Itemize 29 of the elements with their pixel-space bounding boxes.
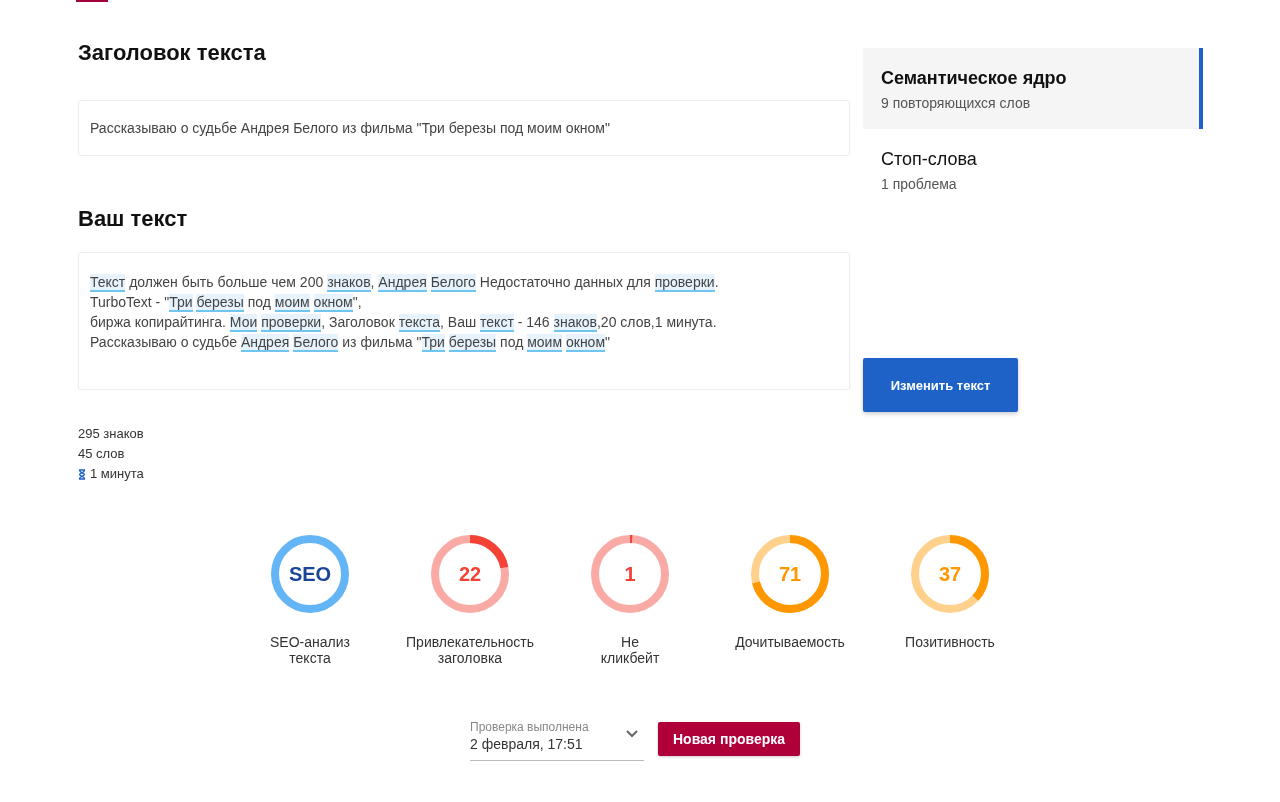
tab-title: Семантическое ядро [881, 68, 1067, 89]
gauge-value: 71 [778, 562, 802, 586]
section-heading: Заголовок текста [78, 40, 266, 67]
tab-title: Стоп-слова [881, 149, 977, 170]
seo-ring-icon [270, 534, 350, 614]
gauge-label: Дочитываемость [734, 634, 846, 650]
gauge-label: SEO-анализ текста [269, 634, 351, 666]
gauge-value: SEO [288, 562, 332, 586]
word-count: 45 слов [78, 445, 125, 463]
gauge-value: 37 [938, 562, 962, 586]
gauge-label: Не кликбейт [600, 634, 660, 666]
edit-text-button[interactable]: Изменить текст [863, 358, 1018, 412]
gauge-label: Позитивность [904, 634, 996, 650]
sidebar-tab[interactable]: Семантическое ядро 9 повторяющихся слов [863, 48, 1203, 129]
chevron-down-icon [626, 730, 638, 738]
tab-subtitle: 9 повторяющихся слов [881, 95, 1031, 111]
gauge-value: 22 [458, 562, 482, 586]
sidebar-tab[interactable]: Стоп-слова 1 проблема [863, 129, 1203, 210]
tab-subtitle: 1 проблема [881, 176, 957, 192]
reading-time: 1 минута [90, 465, 144, 483]
text-area[interactable]: Текст должен быть больше чем 200 знаков, Андрея Белого Недостаточно данных для проверки. TurboText - "Три березы под моим окном", биржа копирайтинга. Мои проверки, Заголовок текста, Ваш текст - 146 знаков,20 слов,1 минута. Рассказываю о судьбе Андрея Белого из фильма "Три березы под моим окном" [78, 252, 850, 390]
new-check-button[interactable]: Новая проверка [658, 722, 801, 756]
section-heading: Ваш текст [78, 206, 188, 233]
gauge-value: 1 [624, 562, 636, 586]
gauge-label: Привлекательность заголовка [405, 634, 535, 666]
check-date-select[interactable]: Проверка выполнена 2 февраля, 17:51 [470, 720, 644, 761]
title-field[interactable]: Рассказываю о судьбе Андрея Белого из фильма "Три березы под моим окном" [78, 100, 850, 156]
char-count: 295 знаков [78, 425, 144, 443]
hourglass-icon [78, 468, 86, 480]
